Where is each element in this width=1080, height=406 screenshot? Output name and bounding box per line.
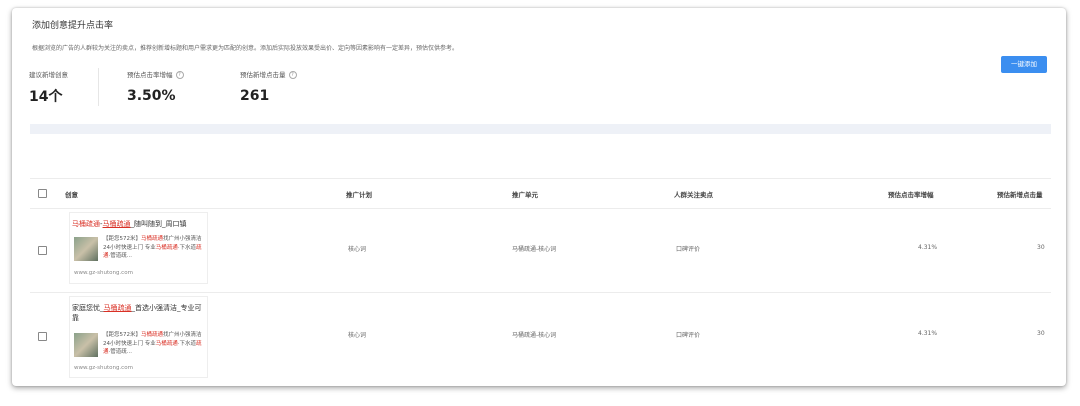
help-icon[interactable]: ? bbox=[288, 71, 297, 79]
help-icon[interactable]: ? bbox=[175, 71, 184, 79]
cell-plan: 核心词 bbox=[348, 332, 367, 339]
recommendation-panel: 添加创意提升点击率 根据浏览的广告的人群较为关注的卖点，推荐创新增标题和用户需求… bbox=[12, 8, 1066, 386]
metric-label-ctr-text: 预估点击率增幅 bbox=[127, 71, 173, 79]
metric-label-new-creatives: 建议新增创意 bbox=[29, 71, 68, 79]
column-header-plan: 推广计划 bbox=[346, 191, 372, 199]
metric-label-clicks-text: 预估新增点击量 bbox=[240, 71, 286, 79]
ad-title[interactable]: 家庭您忧_马桶疏通_首选小强清洁_专业可靠 bbox=[72, 303, 204, 323]
section-band bbox=[30, 124, 1051, 134]
cell-ctr-increase: 4.31% bbox=[918, 330, 938, 337]
ad-url: www.gz-shutong.com bbox=[74, 270, 133, 276]
cell-selling-point: 口碑评价 bbox=[676, 332, 701, 339]
table-top-border bbox=[30, 178, 1051, 179]
column-header-unit: 推广单元 bbox=[512, 191, 538, 199]
ad-thumbnail bbox=[74, 333, 98, 357]
column-header-creative: 创意 bbox=[65, 191, 78, 199]
cell-ctr-increase: 4.31% bbox=[918, 244, 938, 251]
ad-title[interactable]: 马桶疏通-马桶疏通_随叫随到_周口镇 bbox=[72, 219, 204, 229]
metric-label-ctr-increase: 预估点击率增幅? bbox=[127, 69, 184, 79]
cell-unit: 马桶疏通-核心词 bbox=[512, 246, 557, 253]
column-header-ctr-increase: 预估点击率增幅 bbox=[888, 191, 934, 199]
ad-description: 【距您572米】马桶疏通找广州小强清洁24小时快速上门 专业马桶疏通·下水道疏通… bbox=[103, 236, 202, 259]
panel-description: 根据浏览的广告的人群较为关注的卖点，推荐创新增标题和用户需求更为匹配的创意。添加… bbox=[32, 45, 459, 52]
select-all-checkbox[interactable] bbox=[38, 189, 47, 198]
column-header-new-clicks: 预估新增点击量 bbox=[997, 191, 1043, 199]
row-checkbox[interactable] bbox=[38, 246, 47, 255]
ad-thumbnail bbox=[74, 237, 98, 261]
cell-unit: 马桶疏通-核心词 bbox=[512, 332, 557, 339]
metric-divider bbox=[98, 68, 99, 106]
row-border bbox=[30, 292, 1051, 293]
column-header-selling-point: 人群关注卖点 bbox=[674, 191, 713, 199]
add-all-button[interactable]: 一键添加 bbox=[1001, 56, 1047, 73]
cell-new-clicks: 30 bbox=[1037, 330, 1045, 337]
ad-description: 【距您572米】马桶疏通找广州小强清洁24小时快速上门 专业马桶疏通·下水道疏通… bbox=[103, 332, 202, 355]
metric-value-new-creatives: 14个 bbox=[29, 89, 63, 105]
creative-preview: 家庭您忧_马桶疏通_首选小强清洁_专业可靠 【距您572米】马桶疏通找广州小强清… bbox=[69, 296, 208, 378]
creative-preview: 马桶疏通-马桶疏通_随叫随到_周口镇 【距您572米】马桶疏通找广州小强清洁24… bbox=[69, 212, 208, 284]
panel-title: 添加创意提升点击率 bbox=[32, 21, 114, 31]
metric-label-new-clicks: 预估新增点击量? bbox=[240, 69, 297, 79]
cell-plan: 核心词 bbox=[348, 246, 367, 253]
cell-selling-point: 口碑评价 bbox=[676, 246, 701, 253]
cell-new-clicks: 30 bbox=[1037, 244, 1045, 251]
ad-url: www.gz-shutong.com bbox=[74, 365, 133, 371]
metric-value-ctr-increase: 3.50% bbox=[127, 88, 176, 104]
metric-value-new-clicks: 261 bbox=[240, 88, 270, 104]
table-header-border bbox=[30, 208, 1051, 209]
row-checkbox[interactable] bbox=[38, 332, 47, 341]
